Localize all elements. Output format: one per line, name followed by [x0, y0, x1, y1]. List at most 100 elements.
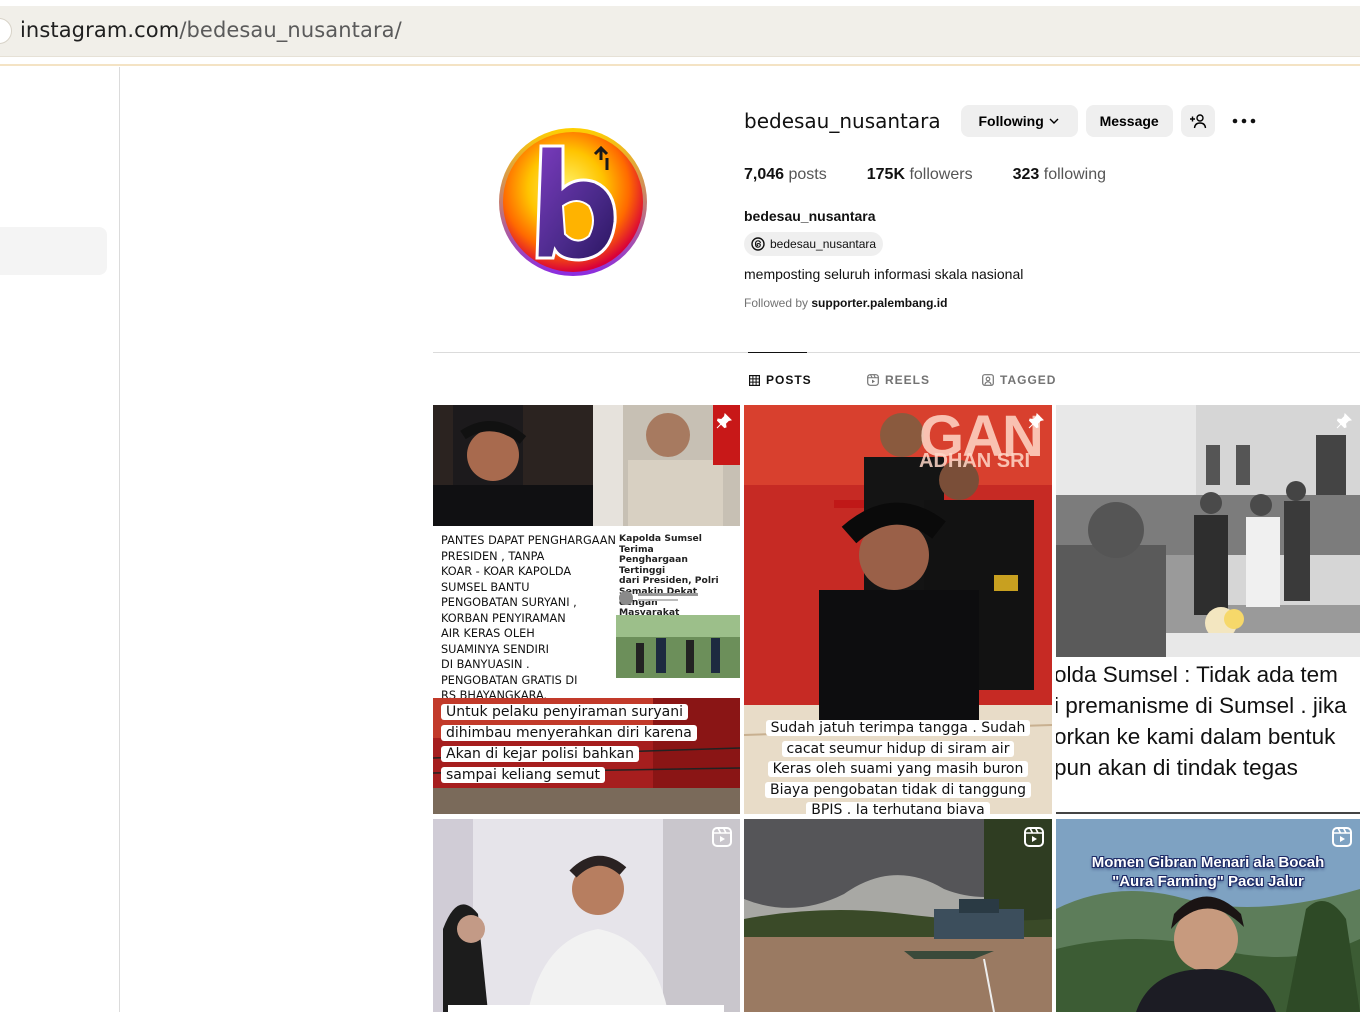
tabs-divider [433, 352, 1360, 353]
pinned-icon [716, 412, 733, 434]
headline-line: PRESIDEN , TANPA [441, 549, 545, 563]
post-tile[interactable] [433, 819, 740, 1012]
url-text[interactable]: instagram.com/bedesau_nusantara/ [20, 18, 402, 42]
left-sidebar [0, 67, 120, 1012]
more-icon [1232, 118, 1255, 124]
url-host: instagram.com [20, 18, 180, 42]
caption-line: Untuk pelaku penyiraman suryani [441, 704, 688, 720]
post-banner-subtext: ADHAN SRI [919, 450, 1031, 472]
reel-icon [1332, 827, 1352, 852]
followers-stat[interactable]: 175K followers [867, 166, 973, 184]
caption-line: pun akan di tindak tegas [1056, 755, 1298, 780]
chevron-down-icon [1049, 118, 1059, 124]
post-caption: Untuk pelaku penyiraman suryani dihimbau… [441, 702, 697, 786]
headline-line: PENGOBATAN GRATIS DI [441, 673, 578, 687]
caption-line: Sudah jatuh terimpa tangga . Sudah [765, 720, 1031, 736]
site-info-icon[interactable] [0, 18, 12, 44]
headline-line: SUMSEL BANTU [441, 580, 530, 594]
headline-line: KORBAN PENYIRAMAN [441, 611, 566, 625]
headline-line: Penghargaan Tertinggi [619, 554, 688, 576]
message-button-label: Message [1099, 113, 1159, 129]
post-inset-photo [616, 591, 740, 678]
post-headline-left: PANTES DAPAT PENGHARGAAN PRESIDEN , TANP… [441, 533, 621, 704]
posts-label: posts [788, 166, 827, 183]
post-title-overlay: Momen Gibran Menari ala Bocah "Aura Farm… [1056, 853, 1360, 891]
page-top-border [0, 64, 1360, 66]
reels-icon [867, 374, 879, 386]
profile-header: bedesau_nusantara Following Message 7,04… [744, 104, 1344, 310]
post-tile[interactable]: PANTES DAPAT PENGHARGAAN PRESIDEN , TANP… [433, 405, 740, 814]
reel-icon [1024, 827, 1044, 852]
active-tab-indicator [748, 352, 807, 353]
followers-count: 175K [866, 166, 905, 183]
threads-link[interactable]: bedesau_nusantara [744, 232, 884, 256]
headline-line: AIR KERAS OLEH [441, 627, 535, 640]
headline-line: SUAMINYA SENDIRI [441, 642, 550, 656]
tagged-icon [982, 374, 994, 386]
profile-username: bedesau_nusantara [744, 109, 941, 133]
caption-line: BPJS . Ia terhutang biaya [806, 802, 990, 814]
caption-line: orkan ke kami dalam bentuk [1056, 724, 1336, 749]
following-stat[interactable]: 323 following [1013, 166, 1106, 184]
suggested-users-button[interactable] [1180, 105, 1215, 137]
following-stat-label: following [1043, 166, 1107, 183]
tab-reels[interactable]: REELS [867, 373, 930, 387]
avatar-logo-image [499, 128, 647, 276]
caption-line: Keras oleh suami yang masih buron [767, 761, 1029, 777]
caption-line: i premanisme di Sumsel . jika [1056, 693, 1347, 718]
headline-line: DI BANYUASIN . [441, 658, 530, 671]
caption-line: Akan di kejar polisi bahkan [441, 746, 639, 762]
reel-icon [712, 827, 732, 852]
profile-bio: memposting seluruh informasi skala nasio… [744, 266, 1024, 282]
post-tile[interactable]: GAN ADHAN SRI Sudah jatuh terimpa tangga… [744, 405, 1052, 814]
profile-tabs: POSTS REELS TAGGED [0, 371, 1360, 391]
caption-line: Biaya pengobatan tidak di tanggung [764, 781, 1032, 798]
post-tile[interactable]: Momen Gibran Menari ala Bocah "Aura Farm… [1056, 819, 1360, 1012]
tab-posts[interactable]: POSTS [749, 373, 812, 387]
title-line: Momen Gibran Menari ala Bocah [1091, 854, 1325, 871]
profile-stats: 7,046 posts 175K followers 323 following [744, 166, 1344, 184]
pinned-icon [1028, 412, 1045, 434]
post-photo [1056, 819, 1360, 1012]
message-button[interactable]: Message [1085, 105, 1173, 137]
add-user-icon [1189, 114, 1206, 129]
headline-line: PANTES DAPAT PENGHARGAAN [441, 534, 616, 547]
following-button[interactable]: Following [960, 105, 1078, 137]
post-caption: olda Sumsel : Tidak ada tem i premanisme… [1056, 659, 1360, 783]
post-photo [433, 819, 740, 1012]
post-tile[interactable]: olda Sumsel : Tidak ada tem i premanisme… [1056, 405, 1360, 814]
options-button[interactable] [1229, 105, 1259, 137]
caption-underline [1056, 812, 1360, 814]
title-line: "Aura Farming" Pacu Jalur [1112, 873, 1304, 890]
threads-handle: bedesau_nusantara [770, 237, 877, 251]
post-caption: Sudah jatuh terimpa tangga . Sudah cacat… [744, 718, 1052, 814]
tab-posts-label: POSTS [766, 373, 812, 387]
headline-line: Kapolda Sumsel Terima [619, 533, 702, 555]
url-path: /bedesau_nusantara/ [179, 18, 402, 42]
post-photo [433, 405, 740, 526]
grid-icon [749, 374, 760, 386]
followed-by-prefix: Followed by [744, 296, 809, 310]
profile-avatar[interactable] [497, 126, 649, 278]
followed-by-user[interactable]: supporter.palembang.id [811, 296, 947, 310]
caption-line: dihimbau menyerahkan diri karena [441, 725, 697, 741]
tab-reels-label: REELS [885, 373, 931, 387]
headline-line: PENGOBATAN SURYANI , [441, 596, 577, 609]
caption-line: olda Sumsel : Tidak ada tem [1056, 662, 1338, 687]
posts-grid: PANTES DAPAT PENGHARGAAN PRESIDEN , TANP… [433, 405, 1360, 1012]
following-button-label: Following [978, 113, 1044, 129]
browser-address-bar[interactable]: instagram.com/bedesau_nusantara/ [0, 6, 1360, 57]
tab-tagged[interactable]: TAGGED [982, 373, 1056, 387]
post-photo [1056, 405, 1360, 657]
followers-label: followers [909, 166, 973, 183]
followed-by[interactable]: Followed by supporter.palembang.id [744, 296, 1344, 310]
tab-tagged-label: TAGGED [1000, 373, 1057, 387]
posts-stat: 7,046 posts [744, 166, 827, 184]
sidebar-item-active[interactable] [0, 227, 107, 275]
following-count: 323 [1012, 166, 1040, 183]
post-tile[interactable] [744, 819, 1052, 1012]
pinned-icon [1336, 412, 1353, 434]
threads-icon [751, 237, 765, 251]
post-photo [744, 819, 1052, 1012]
posts-count: 7,046 [744, 166, 785, 183]
